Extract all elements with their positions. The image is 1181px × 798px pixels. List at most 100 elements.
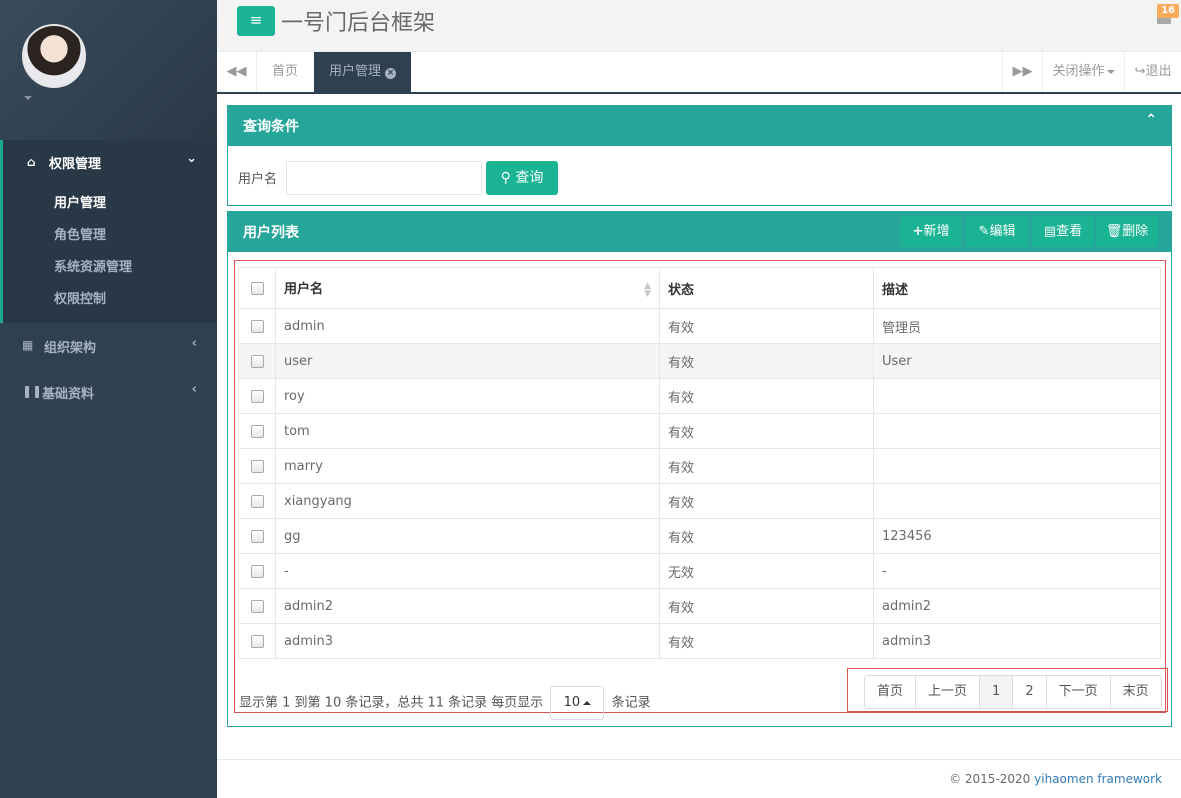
close-operations-dropdown[interactable]: 关闭操作 [1042, 52, 1124, 92]
profile-area [0, 0, 217, 140]
table-row[interactable]: user 有效 User [238, 343, 1161, 379]
nav-head-permissions[interactable]: ⌂ 权限管理 ⌄ [3, 140, 217, 184]
logout-label: 退出 [1145, 64, 1172, 79]
cell-description: 123456 [873, 518, 1161, 554]
menu-toggle-button[interactable]: ≡ [237, 6, 275, 36]
cell-status: 有效 [659, 343, 874, 379]
footer: © 2015-2020 yihaomen framework [217, 759, 1181, 798]
row-checkbox[interactable] [250, 494, 264, 508]
page-number-button[interactable]: 1 [979, 675, 1014, 709]
cell-description: 管理员 [873, 308, 1161, 344]
plus-icon: + [912, 224, 924, 239]
sidebar-item-organization[interactable]: ▦ 组织架构 ‹ [0, 323, 217, 369]
avatar[interactable] [22, 24, 86, 88]
row-checkbox-cell [238, 553, 276, 589]
view-label: 查看 [1056, 224, 1083, 239]
query-panel: 查询条件 ⌃ 用户名 ⚲ 查询 [227, 105, 1172, 206]
chevron-up-icon[interactable]: ⌃ [1145, 112, 1157, 128]
row-checkbox[interactable] [250, 599, 264, 613]
cell-status: 有效 [659, 483, 874, 519]
nav-group-permissions: ⌂ 权限管理 ⌄ 用户管理 角色管理 系统资源管理 权限控制 [0, 140, 217, 323]
page-size-select[interactable]: 10 [550, 686, 605, 720]
home-icon: ⌂ [27, 155, 36, 169]
sidebar-item-user-management[interactable]: 用户管理 [54, 192, 106, 211]
select-all-checkbox[interactable] [250, 281, 264, 295]
panel-title: 查询条件 [243, 119, 299, 135]
page-prev-button[interactable]: 上一页 [915, 675, 981, 709]
table-row[interactable]: - 无效 - [238, 553, 1161, 589]
row-checkbox[interactable] [250, 459, 264, 473]
table-row[interactable]: admin2 有效 admin2 [238, 588, 1161, 624]
cutlery-icon: ❚❚ [22, 384, 43, 398]
row-checkbox-cell [238, 588, 276, 624]
tabs-scroll-left-button[interactable]: ◀◀ [217, 52, 257, 92]
column-label: 用户名 [284, 282, 324, 297]
caret-down-icon[interactable] [24, 96, 32, 100]
row-checkbox[interactable] [250, 354, 264, 368]
cell-username: admin2 [275, 588, 660, 624]
pagination: 首页 上一页 1 2 下一页 末页 [864, 675, 1162, 709]
caret-down-icon [1106, 69, 1115, 74]
table-row[interactable]: roy 有效 [238, 378, 1161, 414]
row-checkbox[interactable] [250, 319, 264, 333]
panel-title: 用户列表 [243, 225, 299, 241]
page-first-button[interactable]: 首页 [864, 675, 917, 709]
username-search-input[interactable] [286, 161, 482, 195]
hamburger-icon: ≡ [249, 11, 263, 29]
close-icon[interactable]: × [385, 68, 397, 79]
sidebar-item-basic-data[interactable]: ❚❚ 基础资料 ‹ [0, 369, 217, 415]
sidebar-item-role-management[interactable]: 角色管理 [54, 224, 106, 243]
page-last-button[interactable]: 末页 [1109, 675, 1162, 709]
cell-username: user [275, 343, 660, 379]
mail-count-badge: 16 [1157, 4, 1179, 18]
cell-status: 有效 [659, 413, 874, 449]
sidebar-item-permission-control[interactable]: 权限控制 [54, 288, 106, 307]
table-row[interactable]: admin3 有效 admin3 [238, 623, 1161, 659]
select-all-cell [238, 267, 276, 309]
search-button[interactable]: ⚲ 查询 [486, 161, 558, 195]
cell-username: - [275, 553, 660, 589]
cell-status: 无效 [659, 553, 874, 589]
table-row[interactable]: marry 有效 [238, 448, 1161, 484]
page-number-button[interactable]: 2 [1012, 675, 1047, 709]
table-row[interactable]: gg 有效 123456 [238, 518, 1161, 554]
page-next-button[interactable]: 下一页 [1045, 675, 1111, 709]
table-row[interactable]: xiangyang 有效 [238, 483, 1161, 519]
cell-description [873, 483, 1161, 519]
row-checkbox-cell [238, 518, 276, 554]
table-header-row: 用户名 ▲ ▼ 状态 描述 [238, 267, 1161, 309]
tab-user-management[interactable]: 用户管理 × [314, 52, 412, 92]
row-checkbox-cell [238, 308, 276, 344]
row-checkbox[interactable] [250, 564, 264, 578]
row-checkbox[interactable] [250, 529, 264, 543]
search-icon: ⚲ [500, 170, 511, 186]
cell-description [873, 413, 1161, 449]
row-checkbox[interactable] [250, 634, 264, 648]
cell-status: 有效 [659, 518, 874, 554]
row-checkbox-cell [238, 413, 276, 449]
row-checkbox-cell [238, 378, 276, 414]
row-checkbox-cell [238, 448, 276, 484]
pagination-info: 显示第 1 到第 10 条记录，总共 11 条记录 每页显示 10 条记录 [239, 686, 651, 720]
tabs-scroll-right-button[interactable]: ▶▶ [1002, 52, 1042, 92]
add-button[interactable]: +新增 [901, 216, 961, 247]
edit-button[interactable]: ✎编辑 [966, 216, 1028, 247]
tab-label: 用户管理 [329, 64, 382, 79]
row-checkbox[interactable] [250, 424, 264, 438]
table-row[interactable]: admin 有效 管理员 [238, 308, 1161, 344]
caret-up-icon [583, 700, 592, 705]
sidebar-item-resource-management[interactable]: 系统资源管理 [54, 256, 132, 275]
framework-link[interactable]: yihaomen framework [1034, 772, 1162, 786]
cell-description: admin2 [873, 588, 1161, 624]
logout-button[interactable]: ↪退出 [1124, 52, 1181, 92]
tab-bar: ◀◀ 首页 用户管理 × ▶▶ 关闭操作 ↪退出 [217, 52, 1181, 94]
table-row[interactable]: tom 有效 [238, 413, 1161, 449]
user-table: 用户名 ▲ ▼ 状态 描述 admin 有效 管理员 user 有效 User roy 有效 … [238, 267, 1161, 659]
view-button[interactable]: ▤查看 [1032, 216, 1094, 247]
tab-home[interactable]: 首页 [257, 52, 313, 92]
column-header-username[interactable]: 用户名 ▲ ▼ [275, 267, 660, 309]
cell-username: gg [275, 518, 660, 554]
delete-button[interactable]: 🗑删除 [1096, 216, 1158, 247]
cell-username: xiangyang [275, 483, 660, 519]
row-checkbox[interactable] [250, 389, 264, 403]
